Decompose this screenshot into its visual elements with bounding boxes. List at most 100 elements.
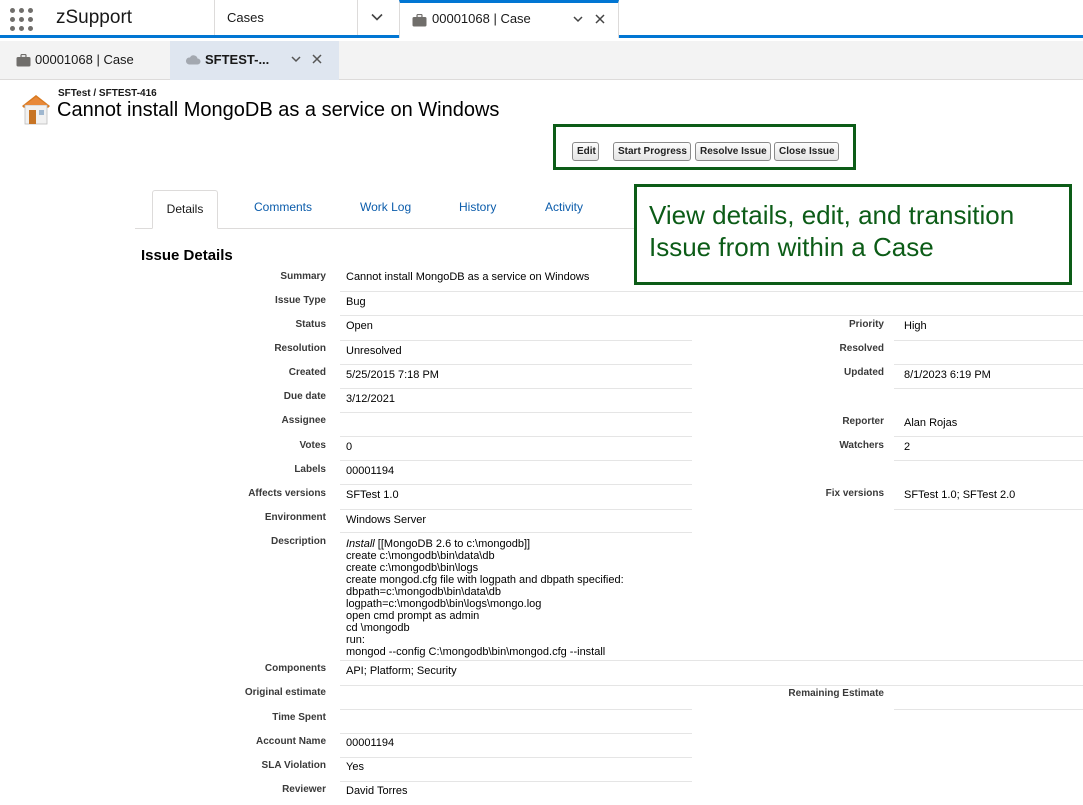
tab-comments[interactable]: Comments [254,200,312,214]
close-icon[interactable] [311,53,323,65]
row-divider [340,781,692,782]
fix-versions-value: SFTest 1.0; SFTest 2.0 [904,489,1016,501]
labels-value: 00001194 [346,465,395,477]
row-divider [340,484,692,485]
app-launcher-icon[interactable] [10,8,33,31]
field-label: Remaining Estimate [788,688,884,699]
field-label: Reviewer [282,784,326,795]
field-label: Components [264,663,326,674]
nav-divider [214,0,215,35]
tab-history[interactable]: History [459,200,496,214]
cloud-icon [185,55,201,65]
row-divider [340,685,1083,686]
field-label: Environment [264,512,326,523]
summary-value: Cannot install MongoDB as a service on W… [346,271,590,283]
nav-divider [357,0,358,35]
row-divider [340,660,1083,661]
field-label: Description [270,536,326,547]
start-progress-button[interactable]: Start Progress [613,142,691,161]
row-divider [894,709,1083,710]
resolve-issue-button[interactable]: Resolve Issue [695,142,771,161]
field-label: Resolved [839,343,884,354]
row-divider [340,364,692,365]
nav-tab-case[interactable]: 00001068 | Case [399,0,619,38]
description-italic: Install [346,538,375,550]
row-divider [340,532,692,533]
affects-versions-value: SFTest 1.0 [346,489,399,501]
chevron-down-icon[interactable] [572,13,584,25]
field-label: Issue Type [275,295,326,306]
edit-button[interactable]: Edit [572,142,599,161]
votes-value: 0 [346,441,353,453]
reporter-value: Alan Rojas [904,417,958,429]
field-label: Votes [299,440,327,451]
field-label: Reporter [842,416,884,427]
subtab-label: SFTEST-... [205,52,270,67]
watchers-value: 2 [904,441,911,453]
field-label: Resolution [274,343,326,354]
priority-value: High [904,320,927,332]
section-title: Issue Details [141,247,233,264]
top-nav-bar: zSupport Cases 00001068 | Case [0,0,1083,38]
field-label: Summary [280,271,326,282]
field-label: Due date [283,391,326,402]
row-divider [340,412,692,413]
resolution-value: Unresolved [346,345,402,357]
field-label: Affects versions [248,488,326,499]
subtab-label: 00001068 | Case [35,52,134,67]
field-label: SLA Violation [261,760,326,771]
field-label: Status [295,319,326,330]
row-divider [340,291,1083,292]
due-date-value: 3/12/2021 [346,393,395,405]
field-label: Assignee [281,415,326,426]
nav-item-cases[interactable]: Cases [227,10,264,25]
row-divider [894,388,1083,389]
briefcase-icon [412,14,427,27]
account-name-value: 00001194 [346,737,395,749]
field-label: Fix versions [825,488,884,499]
tab-activity[interactable]: Activity [545,200,583,214]
briefcase-icon [16,54,31,67]
annotation-callout: View details, edit, and transition Issue… [634,184,1072,285]
field-label: Original estimate [244,687,326,698]
field-label: Account Name [255,736,326,747]
tab-work-log[interactable]: Work Log [360,200,411,214]
row-divider [894,460,1083,461]
components-value: API; Platform; Security [346,665,457,677]
row-divider [340,709,692,710]
nav-tab-label: 00001068 | Case [432,11,531,26]
field-label: Labels [294,464,326,475]
field-label: Updated [844,367,884,378]
page-title: Cannot install MongoDB as a service on W… [57,99,500,121]
row-divider [340,757,692,758]
chevron-down-icon[interactable] [290,53,302,65]
description-lines: create c:\mongodb\bin\data\db create c:\… [346,550,624,658]
issue-type-value: Bug [346,296,366,308]
field-label: Created [288,367,326,378]
environment-value: Windows Server [346,514,427,526]
close-issue-button[interactable]: Close Issue [774,142,839,161]
tab-label: Details [166,202,204,216]
field-label: Priority [848,319,884,330]
description-first-line: [[MongoDB 2.6 to c:\mongodb]] [374,538,531,550]
row-divider [894,509,1083,510]
chevron-down-icon[interactable] [370,10,384,24]
row-divider [894,340,1083,341]
description-value: Install [[MongoDB 2.6 to c:\mongodb]] cr… [346,538,624,658]
close-icon[interactable] [594,13,606,25]
row-divider [894,364,1083,365]
row-divider [340,733,692,734]
row-divider [340,340,692,341]
row-divider [340,315,1083,316]
reviewer-value: David Torres [346,785,408,797]
row-divider [340,388,692,389]
subtab-case[interactable]: 00001068 | Case [0,41,170,79]
tab-details[interactable]: Details [152,190,218,229]
issue-type-icon [22,95,50,125]
row-divider [894,436,1083,437]
field-label: Time Spent [272,712,326,723]
subtab-issue[interactable]: SFTEST-... [170,41,339,80]
breadcrumb[interactable]: SFTest / SFTEST-416 [58,88,157,99]
row-divider [340,460,692,461]
sla-violation-value: Yes [346,761,364,773]
